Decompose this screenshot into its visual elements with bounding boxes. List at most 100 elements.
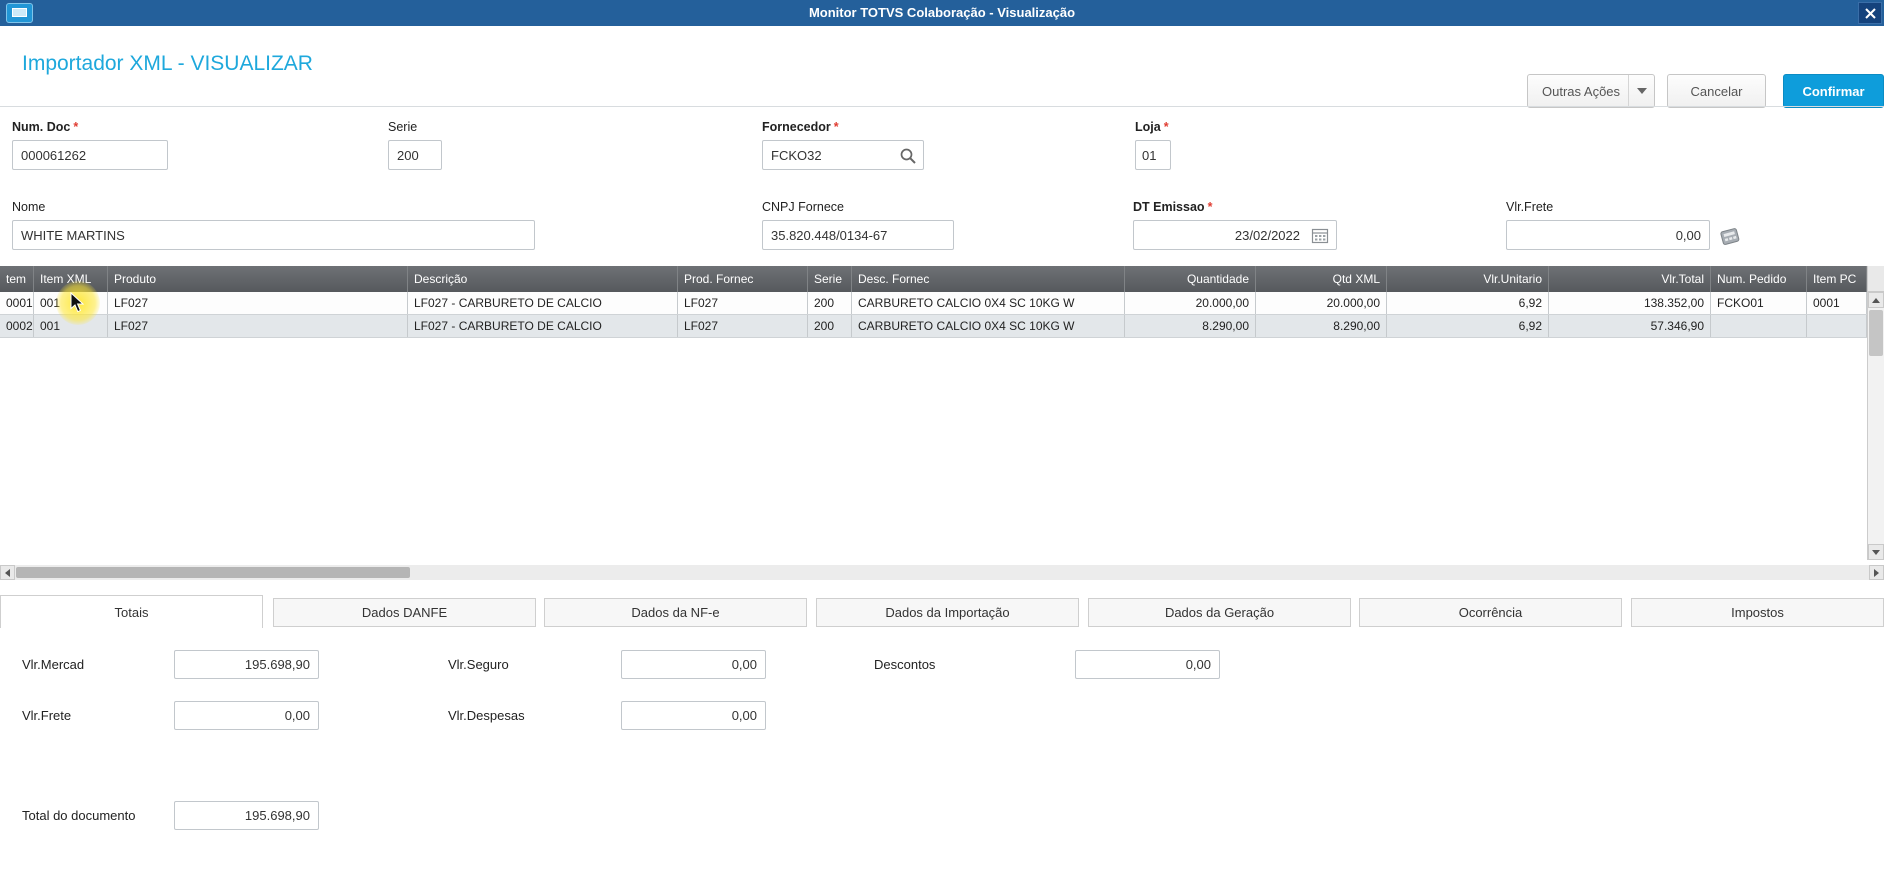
loja-label: Loja *: [1135, 120, 1169, 134]
cancelar-button[interactable]: Cancelar: [1667, 74, 1766, 108]
descontos-input[interactable]: [1075, 650, 1220, 679]
grid-cell: FCKO01: [1711, 292, 1807, 314]
field-fornecedor: Fornecedor *: [762, 120, 924, 170]
vlr-seguro-label: Vlr.Seguro: [448, 657, 509, 672]
grid-cell: LF027 - CARBURETO DE CALCIO: [408, 292, 678, 314]
vlr-mercad-label: Vlr.Mercad: [22, 657, 85, 672]
tab-dados-danfe[interactable]: Dados DANFE: [273, 598, 536, 627]
grid-cell: CARBURETO CALCIO 0X4 SC 10KG W: [852, 315, 1125, 337]
window-titlebar: Monitor TOTVS Colaboração - Visualização: [0, 0, 1884, 26]
scroll-up-button[interactable]: [1868, 292, 1884, 308]
grid-col-prod-fornec: Prod. Fornec: [678, 266, 808, 292]
grid-col-descricao: Descrição: [408, 266, 678, 292]
dt-emissao-label: DT Emissao *: [1133, 200, 1213, 214]
grid-col-item: tem: [0, 266, 34, 292]
vlr-frete-total-input[interactable]: [174, 701, 319, 730]
grid-header: tem Item XML Produto Descrição Prod. For…: [0, 266, 1867, 292]
grid-cell: 0001: [0, 292, 34, 314]
serie-input[interactable]: [388, 140, 442, 170]
grid-cell: 20.000,00: [1125, 292, 1256, 314]
calculator-icon[interactable]: [1718, 227, 1742, 247]
arrow-down-icon: [1872, 549, 1880, 555]
grid-cell: LF027: [108, 292, 408, 314]
serie-label: Serie: [388, 120, 418, 134]
field-vlr-frete: Vlr.Frete: [1506, 200, 1740, 250]
tab-dados-geracao[interactable]: Dados da Geração: [1088, 598, 1351, 627]
chevron-down-icon: [1636, 88, 1647, 94]
confirmar-button[interactable]: Confirmar: [1783, 74, 1884, 108]
scroll-right-button[interactable]: [1869, 565, 1884, 580]
tab-dados-nfe[interactable]: Dados da NF-e: [544, 598, 807, 627]
tab-ocorrencia[interactable]: Ocorrência: [1359, 598, 1622, 627]
grid-cell: 001: [34, 292, 108, 314]
grid-cell: [1711, 315, 1807, 337]
grid-col-item-xml: Item XML: [34, 266, 108, 292]
field-cnpj-fornece: CNPJ Fornece: [762, 200, 954, 250]
grid-cell: 200: [808, 315, 852, 337]
field-loja: Loja *: [1135, 120, 1171, 170]
loja-input[interactable]: [1135, 140, 1171, 170]
tab-impostos[interactable]: Impostos: [1631, 598, 1884, 627]
grid-cell: [1807, 315, 1867, 337]
horizontal-scroll-thumb[interactable]: [16, 567, 410, 578]
grid-col-vlr-total: Vlr.Total: [1549, 266, 1711, 292]
required-asterisk: *: [1163, 120, 1169, 134]
window-title: Monitor TOTVS Colaboração - Visualização: [808, 5, 1076, 20]
vlr-mercad-input[interactable]: [174, 650, 319, 679]
grid-vertical-scrollbar[interactable]: [1867, 266, 1884, 560]
calendar-icon[interactable]: [1311, 227, 1329, 245]
arrow-right-icon: [1874, 568, 1879, 577]
table-row[interactable]: 0002 001 LF027 LF027 - CARBURETO DE CALC…: [0, 315, 1867, 338]
vlr-despesas-label: Vlr.Despesas: [448, 708, 525, 723]
field-nome: Nome: [12, 200, 535, 250]
header-divider: [0, 106, 1884, 107]
vlr-despesas-input[interactable]: [621, 701, 766, 730]
search-icon[interactable]: [899, 147, 917, 165]
arrow-left-icon: [5, 568, 10, 577]
arrow-up-icon: [1872, 297, 1880, 303]
field-num-doc: Num. Doc *: [12, 120, 168, 170]
required-asterisk: *: [833, 120, 839, 134]
grid-col-desc-fornec: Desc. Fornec: [852, 266, 1125, 292]
grid-cell: 200: [808, 292, 852, 314]
grid-cell: 0002: [0, 315, 34, 337]
table-row[interactable]: 0001 001 LF027 LF027 - CARBURETO DE CALC…: [0, 292, 1867, 315]
grid-cell: 0001: [1807, 292, 1867, 314]
required-asterisk: *: [1207, 200, 1213, 214]
grid-cell: 20.000,00: [1256, 292, 1387, 314]
vlr-frete-total-label: Vlr.Frete: [22, 708, 72, 723]
grid-cell: 8.290,00: [1125, 315, 1256, 337]
grid-cell: LF027: [108, 315, 408, 337]
tab-dados-importacao[interactable]: Dados da Importação: [816, 598, 1079, 627]
nome-input[interactable]: [12, 220, 535, 250]
tab-totais[interactable]: Totais: [0, 595, 263, 628]
grid-col-serie: Serie: [808, 266, 852, 292]
grid-cell: 001: [34, 315, 108, 337]
grid-cell: LF027: [678, 292, 808, 314]
grid-cell: 6,92: [1387, 292, 1549, 314]
dt-emissao-input[interactable]: [1133, 220, 1337, 250]
cancelar-label: Cancelar: [1690, 83, 1743, 99]
grid-horizontal-scrollbar[interactable]: [0, 565, 1884, 580]
num-doc-input[interactable]: [12, 140, 168, 170]
close-button[interactable]: [1858, 2, 1882, 24]
grid-col-item-pc: Item PC: [1807, 266, 1867, 292]
importador-xml-window: Monitor TOTVS Colaboração - Visualização…: [0, 0, 1884, 890]
cnpj-fornece-input[interactable]: [762, 220, 954, 250]
outras-acoes-button[interactable]: Outras Ações: [1527, 74, 1655, 108]
scrollbar-corner: [1868, 266, 1884, 292]
total-documento-input[interactable]: [174, 801, 319, 830]
items-grid: tem Item XML Produto Descrição Prod. For…: [0, 266, 1867, 560]
vlr-frete-input[interactable]: [1506, 220, 1710, 250]
bottom-tab-bar: Totais Dados DANFE Dados da NF-e Dados d…: [0, 595, 1884, 628]
grid-col-num-pedido: Num. Pedido: [1711, 266, 1807, 292]
nome-label: Nome: [12, 200, 46, 214]
field-serie: Serie: [388, 120, 442, 170]
scroll-left-button[interactable]: [0, 565, 15, 580]
scroll-down-button[interactable]: [1868, 544, 1884, 560]
vlr-seguro-input[interactable]: [621, 650, 766, 679]
total-documento-label: Total do documento: [22, 808, 136, 823]
page-header: Importador XML - VISUALIZAR Outras Ações…: [0, 26, 1884, 108]
outras-acoes-dropdown-arrow[interactable]: [1628, 75, 1654, 107]
vertical-scroll-thumb[interactable]: [1869, 310, 1883, 356]
